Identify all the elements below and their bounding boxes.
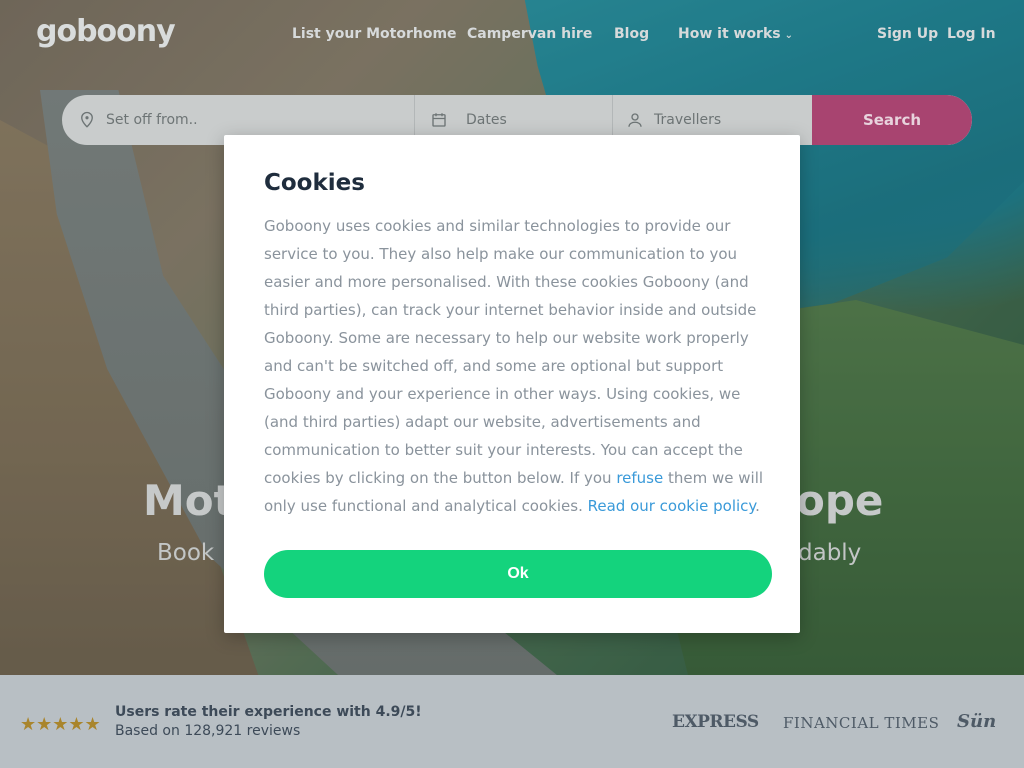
cookie-modal: Cookies Goboony uses cookies and similar… [224, 135, 800, 633]
cookie-modal-text: Goboony uses cookies and similar technol… [264, 212, 764, 520]
cookie-text-end: . [755, 497, 760, 515]
ok-button[interactable]: Ok [264, 550, 772, 598]
refuse-link[interactable]: refuse [616, 469, 663, 487]
cookie-policy-link[interactable]: Read our cookie policy [588, 497, 756, 515]
cookie-text-part1: Goboony uses cookies and similar technol… [264, 217, 757, 487]
cookie-modal-title: Cookies [264, 170, 365, 196]
